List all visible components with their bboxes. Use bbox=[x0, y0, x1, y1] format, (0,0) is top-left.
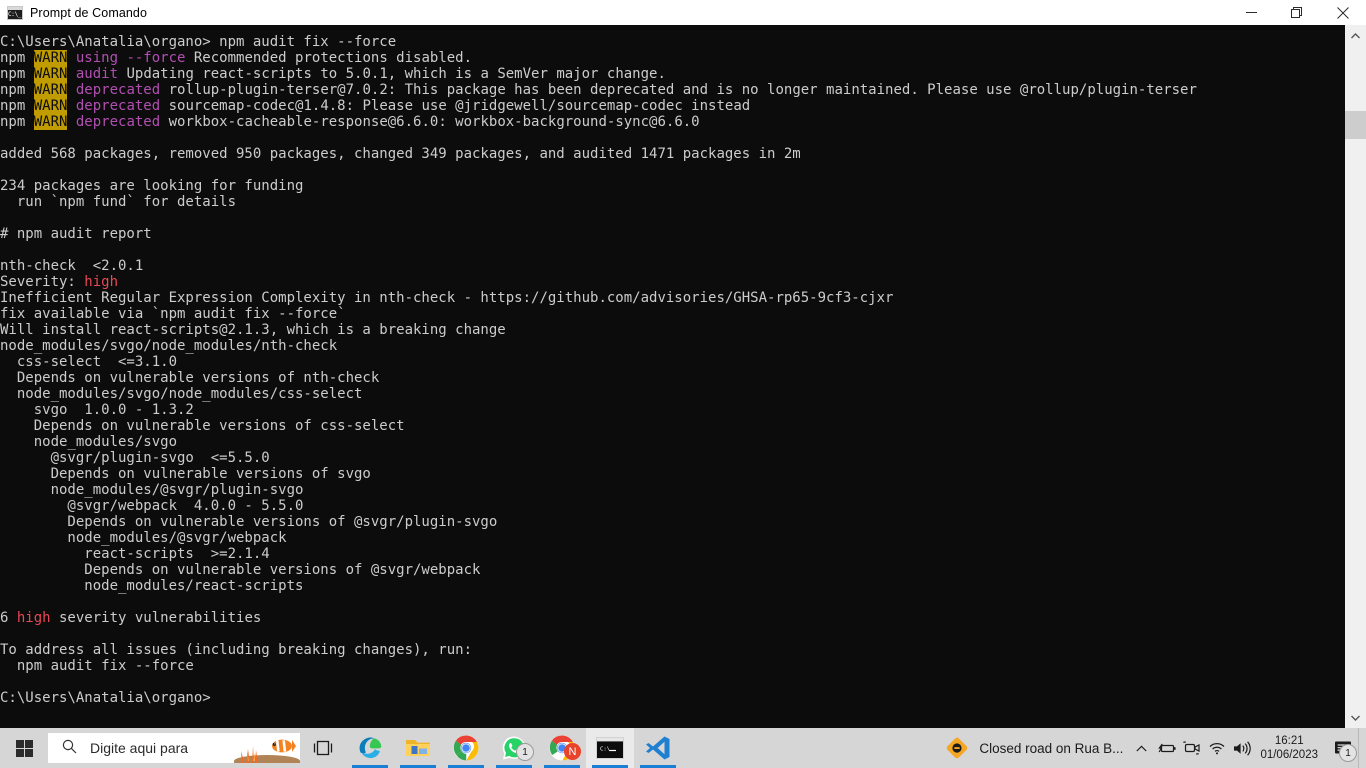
clownfish-icon bbox=[272, 739, 296, 753]
whatsapp-badge: 1 bbox=[516, 743, 534, 761]
terminal-line: 6 high severity vulnerabilities bbox=[0, 610, 262, 626]
clock-time: 16:21 bbox=[1274, 735, 1304, 747]
terminal-line: Depends on vulnerable versions of @svgr/… bbox=[0, 562, 481, 578]
taskbar-item-edge[interactable] bbox=[346, 728, 394, 768]
taskbar-item-vscode[interactable] bbox=[634, 728, 682, 768]
search-bing-illustration bbox=[234, 733, 300, 763]
search-input[interactable]: Digite aqui para bbox=[48, 733, 300, 763]
search-placeholder: Digite aqui para bbox=[90, 740, 189, 756]
windows-taskbar: Digite aqui para 1 N C:\ Closed road on … bbox=[0, 728, 1366, 768]
search-icon bbox=[62, 739, 77, 758]
taskbar-item-whatsapp[interactable]: 1 bbox=[490, 728, 538, 768]
show-hidden-icons-chevron[interactable] bbox=[1129, 728, 1154, 768]
taskbar-item-chrome[interactable] bbox=[442, 728, 490, 768]
waze-notification-text: Closed road on Rua B... bbox=[979, 740, 1124, 756]
window-titlebar[interactable]: C:\_ Prompt de Comando bbox=[0, 0, 1366, 25]
terminal-line: npm WARN audit Updating react-scripts to… bbox=[0, 66, 666, 82]
camera-icon[interactable] bbox=[1179, 728, 1204, 768]
terminal-line: npm WARN deprecated rollup-plugin-terser… bbox=[0, 82, 1197, 98]
terminal-line: node_modules/react-scripts bbox=[0, 578, 304, 594]
system-tray: Closed road on Rua B... 16:21 01/06/2023… bbox=[940, 728, 1366, 768]
coral-icon bbox=[241, 746, 258, 763]
scroll-down-arrow[interactable] bbox=[1345, 707, 1366, 728]
notifications-button[interactable]: 1 bbox=[1328, 728, 1358, 768]
window-title: Prompt de Comando bbox=[30, 5, 148, 20]
terminal-line: Depends on vulnerable versions of css-se… bbox=[0, 418, 405, 434]
terminal-line: svgo 1.0.0 - 1.3.2 bbox=[0, 402, 194, 418]
terminal-line: node_modules/svgo/node_modules/css-selec… bbox=[0, 386, 363, 402]
terminal-line: Severity: high bbox=[0, 274, 119, 290]
scroll-up-arrow[interactable] bbox=[1345, 25, 1366, 46]
wifi-icon[interactable] bbox=[1204, 728, 1229, 768]
maximize-button[interactable] bbox=[1274, 0, 1320, 25]
cmd-icon: C:\_ bbox=[7, 5, 23, 20]
terminal-output-area[interactable]: C:\Users\Anatalia\organo> npm audit fix … bbox=[0, 25, 1345, 728]
terminal-line: Inefficient Regular Expression Complexit… bbox=[0, 290, 894, 306]
command-prompt-window: C:\_ Prompt de Comando C:\Users\Anatalia… bbox=[0, 0, 1366, 728]
terminal-line: Depends on vulnerable versions of @svgr/… bbox=[0, 514, 498, 530]
start-button[interactable] bbox=[0, 728, 48, 768]
svg-text:C:\: C:\ bbox=[600, 747, 610, 753]
terminal-line: Depends on vulnerable versions of svgo bbox=[0, 466, 371, 482]
terminal-line: added 568 packages, removed 950 packages… bbox=[0, 146, 801, 162]
terminal-line: npm WARN using --force Recommended prote… bbox=[0, 50, 473, 66]
terminal-line: nth-check <2.0.1 bbox=[0, 258, 144, 274]
chrome-app-badge: N bbox=[564, 743, 581, 760]
minimize-button[interactable] bbox=[1228, 0, 1274, 25]
terminal-line: To address all issues (including breakin… bbox=[0, 642, 473, 658]
show-desktop-button[interactable] bbox=[1358, 728, 1366, 768]
taskbar-item-command-prompt[interactable]: C:\ bbox=[586, 728, 634, 768]
terminal-line: react-scripts >=2.1.4 bbox=[0, 546, 270, 562]
chrome-icon bbox=[453, 735, 479, 761]
terminal-line: node_modules/@svgr/plugin-svgo bbox=[0, 482, 304, 498]
edge-icon bbox=[359, 737, 382, 759]
terminal-line: C:\Users\Anatalia\organo> bbox=[0, 690, 211, 706]
cmd-taskbar-icon: C:\ bbox=[596, 737, 624, 759]
terminal-line: @svgr/webpack 4.0.0 - 5.5.0 bbox=[0, 498, 304, 514]
waze-notification[interactable]: Closed road on Rua B... bbox=[940, 728, 1129, 768]
terminal-line: npm WARN deprecated sourcemap-codec@1.4.… bbox=[0, 98, 751, 114]
close-button[interactable] bbox=[1320, 0, 1366, 25]
cmd-icon-glyph: C:\_ bbox=[8, 10, 22, 18]
terminal-line: @svgr/plugin-svgo <=5.5.0 bbox=[0, 450, 270, 466]
terminal-line: C:\Users\Anatalia\organo> npm audit fix … bbox=[0, 34, 397, 50]
task-view-button[interactable] bbox=[300, 728, 346, 768]
terminal-line: npm WARN deprecated workbox-cacheable-re… bbox=[0, 114, 700, 130]
terminal-line: node_modules/svgo bbox=[0, 434, 178, 450]
terminal-lines: C:\Users\Anatalia\organo> npm audit fix … bbox=[0, 34, 1345, 706]
taskbar-item-file-explorer[interactable] bbox=[394, 728, 442, 768]
windows-logo-icon bbox=[15, 739, 33, 757]
taskbar-item-chrome-app[interactable]: N bbox=[538, 728, 586, 768]
volume-icon[interactable] bbox=[1229, 728, 1254, 768]
terminal-scrollbar[interactable] bbox=[1345, 25, 1366, 728]
clock[interactable]: 16:21 01/06/2023 bbox=[1254, 728, 1328, 768]
scrollbar-thumb[interactable] bbox=[1345, 111, 1366, 139]
terminal-line: run `npm fund` for details bbox=[0, 194, 237, 210]
folder-icon bbox=[406, 740, 430, 756]
terminal-line: node_modules/svgo/node_modules/nth-check bbox=[0, 338, 338, 354]
waze-road-closed-icon bbox=[947, 737, 968, 759]
terminal-line: Depends on vulnerable versions of nth-ch… bbox=[0, 370, 380, 386]
clock-date: 01/06/2023 bbox=[1260, 749, 1318, 761]
terminal-line: # npm audit report bbox=[0, 226, 152, 242]
terminal-line: fix available via `npm audit fix --force… bbox=[0, 306, 346, 322]
terminal-line: css-select <=3.1.0 bbox=[0, 354, 178, 370]
vscode-icon bbox=[646, 736, 670, 760]
task-view-icon bbox=[313, 740, 333, 756]
terminal-line: Will install react-scripts@2.1.3, which … bbox=[0, 322, 506, 338]
terminal-line: 234 packages are looking for funding bbox=[0, 178, 304, 194]
notifications-badge: 1 bbox=[1339, 744, 1357, 762]
terminal-line: node_modules/@svgr/webpack bbox=[0, 530, 287, 546]
terminal-line: npm audit fix --force bbox=[0, 658, 194, 674]
battery-icon[interactable] bbox=[1154, 728, 1179, 768]
